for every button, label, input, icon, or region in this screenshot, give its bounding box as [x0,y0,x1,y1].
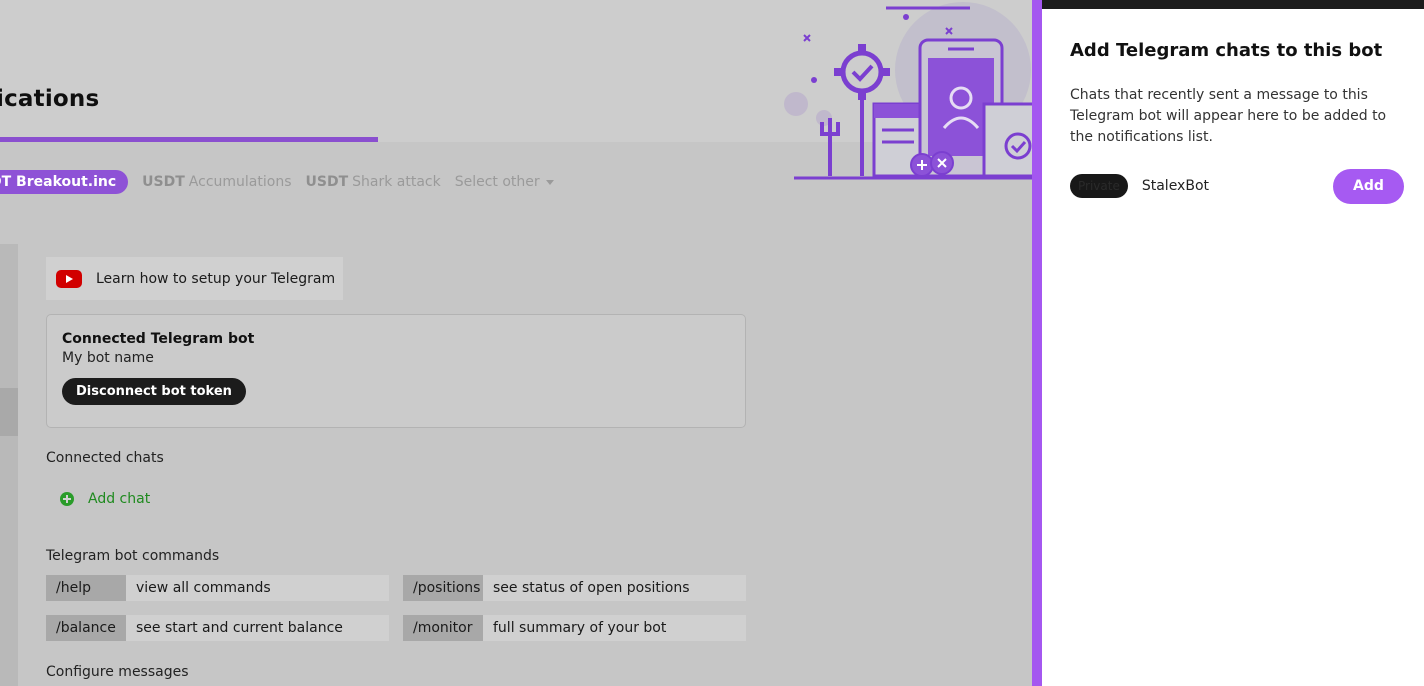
command-key: /help [46,575,126,601]
configure-messages-label: Configure messages [46,664,189,680]
command-row: /positions see status of open positions [403,575,746,601]
command-desc: see start and current balance [126,615,389,641]
tab-strategy-accumulations[interactable]: USDT Accumulations [142,174,291,190]
chat-type-badge: Private [1070,174,1128,198]
panel-accent-edge [1032,0,1042,686]
add-chat-button[interactable]: Add chat [60,491,150,507]
tab-active-strategy[interactable]: DT Breakout.inc [0,170,129,194]
select-other-dropdown[interactable]: Select other [455,174,554,190]
plus-circle-icon [60,492,74,506]
command-row: /monitor full summary of your bot [403,615,746,641]
telegram-setup-video-link[interactable]: Learn how to setup your Telegram [46,257,343,300]
video-link-label: Learn how to setup your Telegram [96,270,336,287]
youtube-icon [56,269,82,288]
command-desc: see status of open positions [483,575,746,601]
select-other-label: Select other [454,174,540,190]
command-key: /balance [46,615,126,641]
add-chats-panel: Add Telegram chats to this bot Chats tha… [1042,0,1424,686]
add-chat-label: Add chat [88,491,151,507]
tab-label: Accumulations [188,174,292,190]
left-rail-active-item[interactable] [0,388,18,436]
panel-description: Chats that recently sent a message to th… [1070,87,1387,145]
tab-strategy-shark-attack[interactable]: USDT Shark attack [306,174,441,190]
command-key: /positions [403,575,483,601]
tab-prefix: USDT [305,174,349,190]
strategy-tabs: DT Breakout.inc USDT Accumulations USDT Sh… [0,168,554,196]
command-row: /balance see start and current balance [46,615,389,641]
connected-chats-label: Connected chats [46,450,164,466]
chat-name: StalexBot [1141,178,1209,194]
title-underline [0,137,378,142]
panel-title: Add Telegram chats to this bot [1070,40,1383,61]
bot-card-title: Connected Telegram bot [62,331,255,347]
notifications-page: ications DT Breakout.inc USDT Accumulati… [0,0,1032,686]
bot-commands-label: Telegram bot commands [46,548,220,564]
connected-bot-card: Connected Telegram bot My bot name Disco… [46,314,746,428]
bot-name: My bot name [62,350,154,366]
add-chat-confirm-button[interactable]: Add [1333,168,1404,204]
panel-top-bar [1042,0,1424,9]
command-desc: view all commands [126,575,389,601]
command-row: /help view all commands [46,575,389,601]
disconnect-bot-token-button[interactable]: Disconnect bot token [62,378,246,405]
chat-list-item: Private StalexBot Add [1070,168,1404,204]
tab-prefix: USDT [142,174,185,190]
chevron-down-icon [545,179,554,185]
command-desc: full summary of your bot [483,615,746,641]
command-key: /monitor [403,615,483,641]
tab-label: Shark attack [352,174,441,190]
page-title: ications [0,86,100,112]
telegram-illustration [784,2,1032,180]
left-rail [0,244,18,686]
